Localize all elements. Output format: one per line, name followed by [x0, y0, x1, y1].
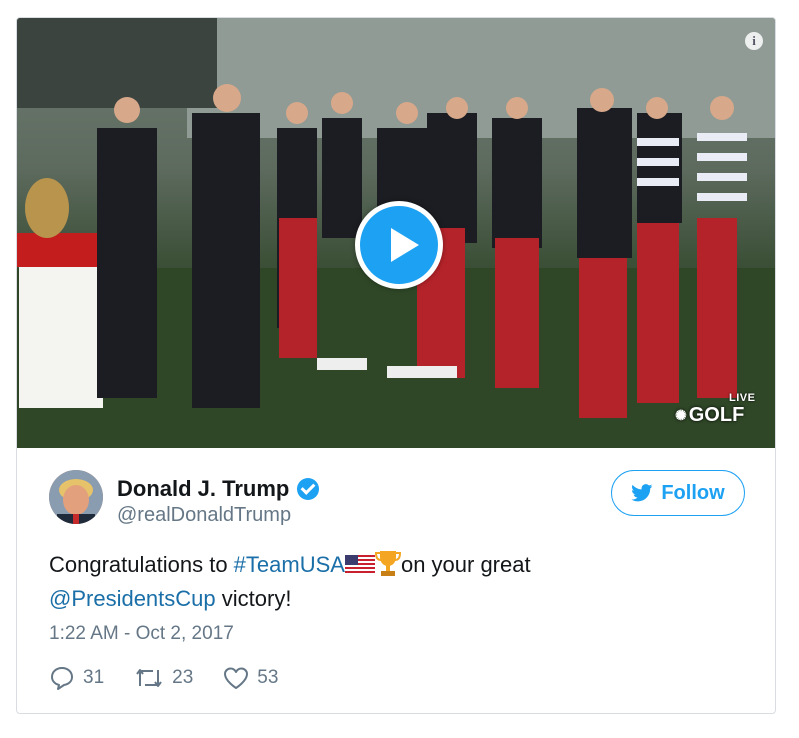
author-handle[interactable]: @realDonaldTrump: [117, 504, 291, 527]
reply-button[interactable]: 31: [49, 665, 104, 691]
tweet-card[interactable]: i LIVE ✺ GOLF Donald J. Trump @realDonal…: [16, 17, 776, 714]
tweet-text-start: Congratulations to: [49, 552, 234, 577]
tweet-timestamp[interactable]: 1:22 AM - Oct 2, 2017: [49, 623, 234, 645]
follow-label: Follow: [661, 481, 725, 504]
network-label: GOLF: [688, 404, 745, 426]
retweet-button[interactable]: 23: [134, 666, 193, 690]
mention-link[interactable]: @PresidentsCup: [49, 586, 216, 611]
hashtag-link[interactable]: #TeamUSA: [234, 552, 345, 577]
video-player[interactable]: i LIVE ✺ GOLF: [17, 18, 775, 448]
twitter-bird-icon: [631, 484, 653, 502]
author-name-row: Donald J. Trump: [117, 476, 320, 502]
retweet-icon: [136, 669, 162, 687]
nbc-peacock-icon: ✺: [675, 407, 687, 423]
like-count: 53: [257, 667, 279, 688]
trophy-emoji: [374, 551, 401, 576]
reply-count: 31: [83, 667, 105, 688]
author-name[interactable]: Donald J. Trump: [117, 476, 289, 502]
tweet-text-middle: on your great: [400, 552, 531, 577]
follow-button[interactable]: Follow: [611, 470, 745, 516]
live-label: LIVE: [729, 392, 756, 404]
play-icon: [391, 228, 419, 262]
retweet-count: 23: [172, 667, 194, 688]
us-flag-emoji: [344, 555, 375, 575]
tweet-text-end: victory!: [215, 586, 292, 611]
like-button[interactable]: 53: [223, 666, 278, 690]
golf-channel-logo: ✺ GOLF: [675, 404, 744, 427]
tweet-actions: 31 23 53: [49, 665, 278, 691]
reply-icon: [51, 667, 73, 690]
play-button[interactable]: [355, 201, 443, 289]
verified-badge-icon: [297, 478, 320, 500]
info-icon[interactable]: i: [745, 32, 763, 50]
avatar-image: [49, 470, 103, 524]
avatar[interactable]: [49, 470, 103, 524]
heart-icon: [224, 667, 249, 689]
tweet-text: Congratulations to #TeamUSA on your grea…: [49, 548, 749, 616]
